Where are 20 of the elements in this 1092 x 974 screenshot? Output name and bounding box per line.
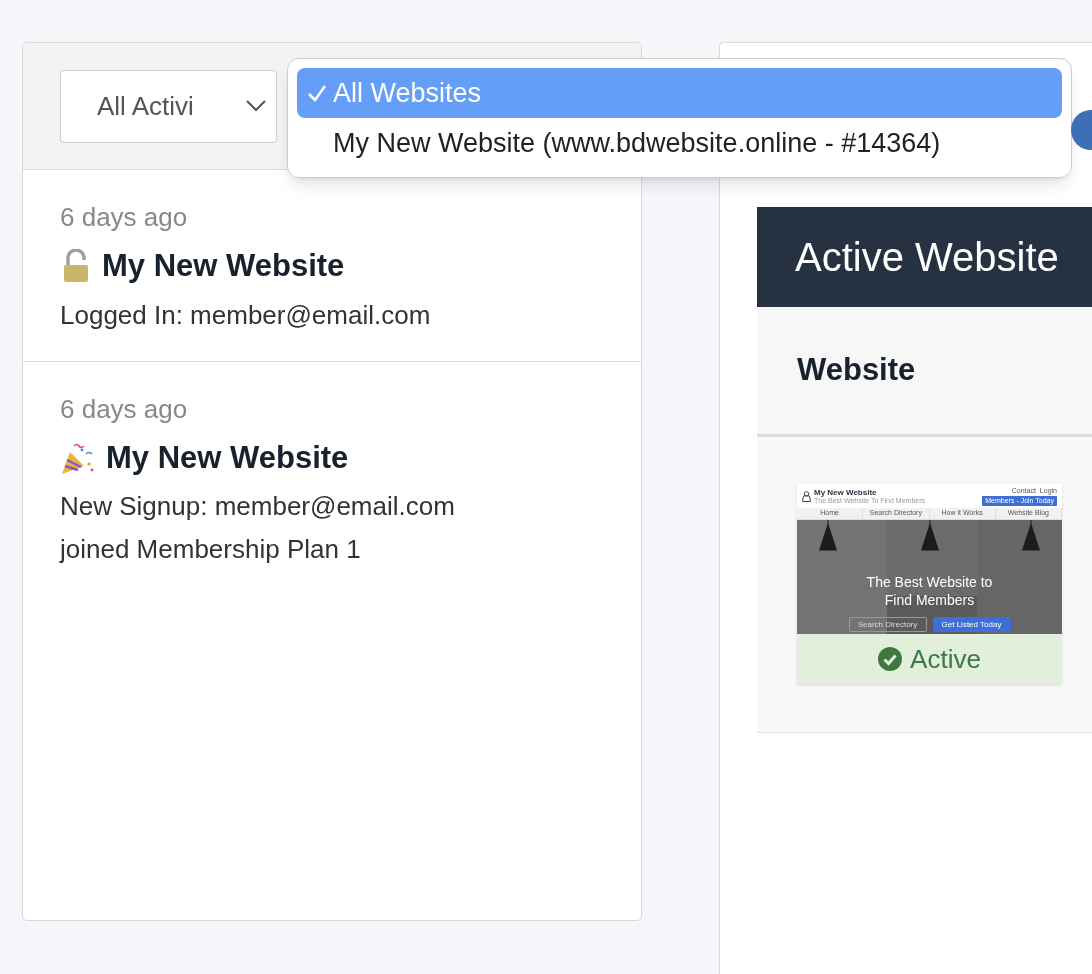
status-label: Active [910,642,981,676]
chevron-down-icon [246,100,266,112]
menu-option[interactable]: My New Website (www.bdwebsite.online - #14364) [297,118,1062,168]
activity-time: 6 days ago [60,392,189,426]
activity-filter-select[interactable]: All Activi [60,69,277,143]
activity-detail: New Signup: member@email.com [60,490,456,523]
column-header: Website [797,351,916,390]
hero-button[interactable]: Get Listed Today [932,617,1011,632]
activity-title: My New Website [106,438,349,477]
hero-title: The Best Website to Find Members [865,573,994,609]
activity-time: 6 days ago [60,201,189,234]
panel-title: Active Website [795,234,1059,281]
user-icon [802,490,811,502]
hero-button[interactable]: Search Directory [848,617,927,632]
activity-detail: Logged In: member@email.com [60,298,432,332]
site-title: My New Website [814,488,878,497]
activity-detail: joined Membership Plan 1 [60,533,362,566]
check-circle-icon [878,647,903,671]
checkmark-icon [307,83,327,103]
activity-title: My New Website [102,247,345,285]
